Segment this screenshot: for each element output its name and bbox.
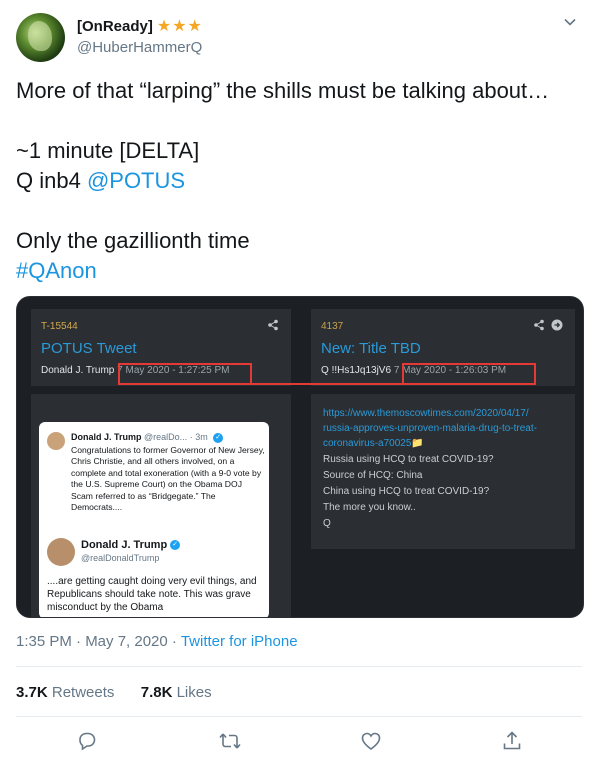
post-url: https://www.themoscowtimes.com/2020/04/1… <box>323 408 529 419</box>
avatar <box>47 538 75 566</box>
tweet-source[interactable]: Twitter for iPhone <box>181 633 298 650</box>
post-line: Source of HCQ: China <box>323 470 423 481</box>
post-line: China using HCQ to treat COVID-19? <box>323 486 490 497</box>
embedded-name-2: Donald J. Trump ✓ <box>81 539 181 551</box>
tweet-media[interactable]: T-15544 POTUS Tweet Donald J. Trump 7 Ma… <box>16 296 584 618</box>
author-info: [OnReady] ★★★ @HuberHammerQ <box>77 16 203 56</box>
chevron-down-icon[interactable] <box>560 15 580 35</box>
divider <box>16 716 582 717</box>
tweet-stats: 3.7K Retweets 7.8K Likes <box>16 684 212 701</box>
share-icon <box>267 319 279 334</box>
tweet-line: More of that “larping” the shills must b… <box>16 78 550 103</box>
post-url: coronavirus-a70025📁 <box>323 438 424 449</box>
embedded-name: Donald J. Trump <box>71 432 142 442</box>
connector-line <box>252 383 402 385</box>
tweet-line: Q inb4 @POTUS <box>16 166 584 196</box>
mention-link[interactable]: @POTUS <box>87 168 185 193</box>
embedded-handle: @realDo... <box>144 432 188 442</box>
tweet-timestamp: 1:35 PM · May 7, 2020 · Twitter for iPho… <box>16 633 298 650</box>
author-handle[interactable]: @HuberHammerQ <box>77 39 203 56</box>
divider <box>16 666 582 667</box>
post-signature: Q <box>323 518 331 529</box>
highlight-box <box>402 363 536 385</box>
tweet-header: [OnReady] ★★★ @HuberHammerQ <box>16 13 582 62</box>
star-badge: ★★★ <box>156 18 203 35</box>
tweet-line: ~1 minute [DELTA] <box>16 138 200 163</box>
tweet-actions <box>0 730 598 758</box>
embedded-text-2: ....are getting caught doing very evil t… <box>47 576 257 613</box>
avatar[interactable] <box>16 13 65 62</box>
embedded-text: Congratulations to former Governor of Ne… <box>71 445 265 513</box>
tweet-line <box>16 106 584 136</box>
tweet-text: More of that “larping” the shills must b… <box>16 76 584 286</box>
panel-title: POTUS Tweet <box>41 340 137 357</box>
right-panel-body: https://www.themoscowtimes.com/2020/04/1… <box>311 394 575 549</box>
tweet-line-text: Q inb4 <box>16 168 87 193</box>
embedded-header: Donald J. Trump @realDo... · 3m ✓ <box>71 432 224 443</box>
hashtag-link[interactable]: #QAnon <box>16 256 584 286</box>
embedded-tweet: Donald J. Trump @realDo... · 3m ✓ Congra… <box>39 422 269 617</box>
post-id: 4137 <box>321 321 344 332</box>
reply-icon[interactable] <box>76 730 100 754</box>
post-url: russia-approves-unproven-malaria-drug-to… <box>323 423 537 434</box>
tweet-line: Only the gazillionth time <box>16 228 250 253</box>
panel-author: Q <box>321 365 329 376</box>
post-line: Russia using HCQ to treat COVID-19? <box>323 454 494 465</box>
retweet-icon[interactable] <box>218 730 242 754</box>
panel-title: New: Title TBD <box>321 340 421 357</box>
share-icon <box>533 319 545 334</box>
embedded-time: 3m <box>195 432 208 442</box>
twitter-bird-icon: ✓ <box>213 432 224 443</box>
retweets-stat[interactable]: 3.7K Retweets <box>16 684 114 701</box>
likes-stat[interactable]: 7.8K Likes <box>141 684 212 701</box>
embedded-handle-2: @realDonaldTrump <box>81 553 160 563</box>
upload-icon[interactable] <box>501 730 525 754</box>
highlight-box <box>118 363 252 385</box>
panel-trip: !!Hs1Jq13jV6 <box>331 365 392 376</box>
arrow-right-circle-icon <box>551 319 563 334</box>
panel-author: Donald J. Trump <box>41 365 115 376</box>
author-name[interactable]: [OnReady] <box>77 18 153 35</box>
post-id: T-15544 <box>41 321 78 332</box>
avatar <box>47 432 65 450</box>
verified-icon: ✓ <box>170 540 181 551</box>
tweet-time[interactable]: 1:35 PM · May 7, 2020 · <box>16 633 181 650</box>
post-line: The more you know.. <box>323 502 416 513</box>
tweet-line <box>16 196 584 226</box>
like-icon[interactable] <box>360 730 384 754</box>
